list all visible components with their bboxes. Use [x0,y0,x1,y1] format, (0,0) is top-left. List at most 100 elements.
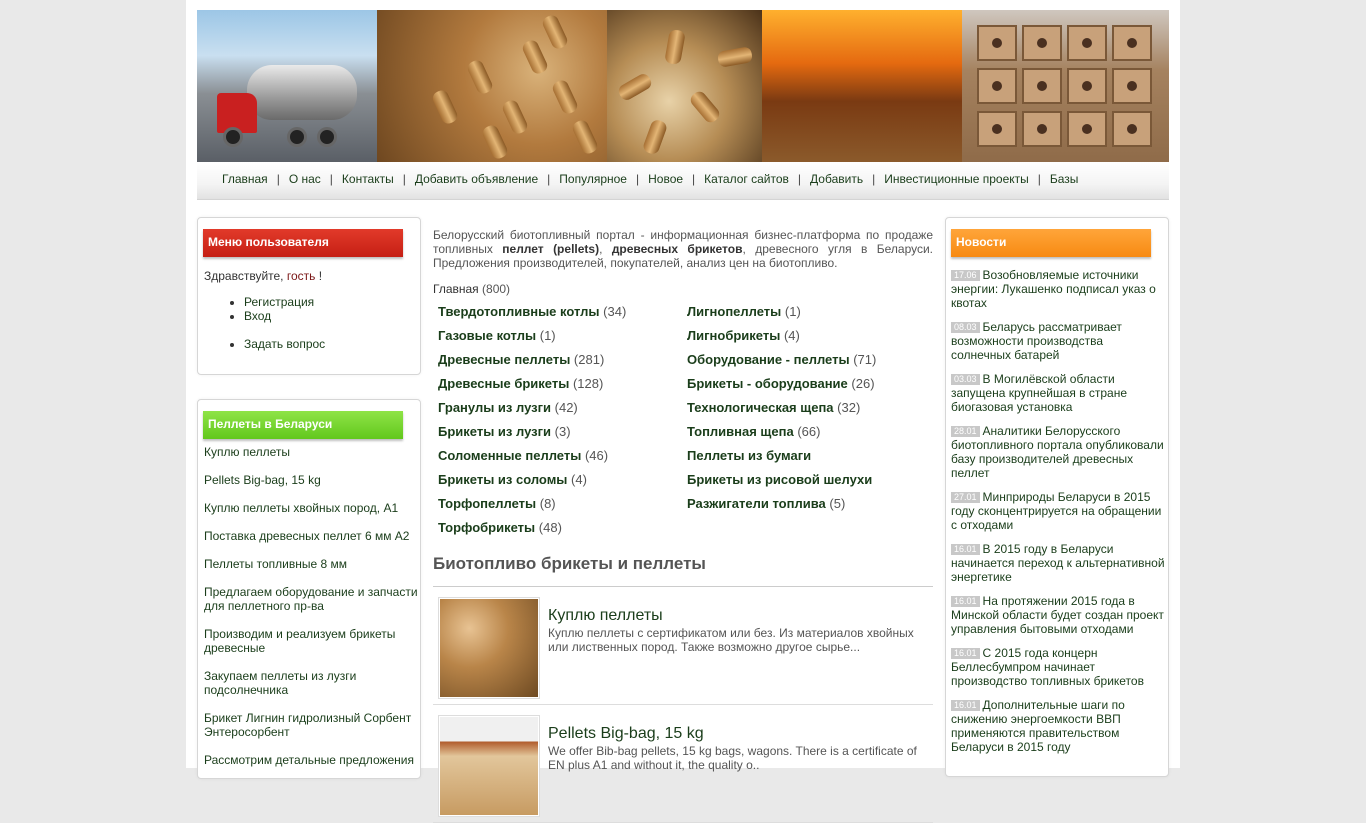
news-item: 16.01 Дополнительные шаги по снижению эне… [951,698,1165,754]
main-nav: Главная | О нас | Контакты | Добавить объяв… [197,162,1169,200]
category-item: Брикеты - оборудование (26) [687,372,936,396]
category-count: (34) [603,304,627,319]
category-count: (48) [538,520,562,535]
category-item: Лигнопеллеты (1) [687,300,936,324]
register-link[interactable]: Регистрация [244,295,314,309]
category-link[interactable]: Древесные брикеты [438,376,569,391]
category-item: Брикеты из соломы (4) [438,468,687,492]
news-item: 08.03 Беларусь рассматривает возможности … [951,320,1165,362]
ad-item: Куплю пеллеты Куплю пеллеты с сертификат… [433,587,933,705]
category-link[interactable]: Древесные пеллеты [438,352,570,367]
list-item: Куплю пеллеты хвойных пород, А1 [204,501,418,515]
ask-question-link[interactable]: Задать вопрос [244,337,325,351]
category-link[interactable]: Соломенные пеллеты [438,448,581,463]
nav-separator: | [276,172,280,186]
nav-separator: | [797,172,802,186]
pellets-link[interactable]: Куплю пеллеты хвойных пород, А1 [204,501,398,515]
pellets-link[interactable]: Рассмотрим детальные предложения [204,753,414,767]
list-item: Вход [244,309,420,323]
breadcrumb-home[interactable]: Главная [433,282,479,296]
category-grid: Твердотопливные котлы (34) Лигнопеллеты … [433,300,933,540]
pellets-link[interactable]: Закупаем пеллеты из лузги подсолнечника [204,669,356,697]
nav-add[interactable]: Добавить [810,172,863,186]
pellets-link[interactable]: Производим и реализуем брикеты древесные [204,627,395,655]
category-item: Технологическая щепа (32) [687,396,936,420]
news-date: 16.01 [951,648,980,659]
pellets-link[interactable]: Пеллеты топливные 8 мм [204,557,347,571]
guest-name: гость [286,269,316,283]
category-count: (32) [837,400,861,415]
list-item: Поставка древесных пеллет 6 мм А2 [204,529,418,543]
list-item: Регистрация [244,295,420,309]
pellets-link[interactable]: Pellets Big-bag, 15 kg [204,473,321,487]
pellets-bag-photo [440,717,538,815]
news-link[interactable]: Возобновляемые источники энергии: Лукаше… [951,268,1156,310]
nav-new[interactable]: Новое [648,172,683,186]
category-link[interactable]: Лигнопеллеты [687,304,781,319]
ad-item: Pellets Big-bag, 15 kg We offer Bib-bag … [433,705,933,823]
list-item: Закупаем пеллеты из лузги подсолнечника [204,669,418,697]
nav-contacts[interactable]: Контакты [342,172,394,186]
nav-home[interactable]: Главная [222,172,268,186]
nav-add-ad[interactable]: Добавить объявление [415,172,538,186]
nav-catalog[interactable]: Каталог сайтов [704,172,789,186]
pellets-link[interactable]: Куплю пеллеты [204,445,290,459]
ad-title-link[interactable]: Куплю пеллеты [548,607,663,625]
news-list: 17.06 Возобновляемые источники энергии: Л… [951,268,1165,754]
nav-bases[interactable]: Базы [1050,172,1079,186]
login-link[interactable]: Вход [244,309,271,323]
category-count: (26) [851,376,875,391]
intro-bold: древесных брикетов [611,242,743,256]
news-date: 16.01 [951,544,980,555]
category-link[interactable]: Торфопеллеты [438,496,536,511]
news-link[interactable]: Минприроды Беларуси в 2015 году сконцент… [951,490,1161,532]
category-link[interactable]: Разжигатели топлива [687,496,826,511]
category-link[interactable]: Оборудование - пеллеты [687,352,850,367]
category-link[interactable]: Лигнобрикеты [687,328,780,343]
news-link[interactable]: На протяжении 2015 года в Минской област… [951,594,1164,636]
category-item: Газовые котлы (1) [438,324,687,348]
category-link[interactable]: Торфобрикеты [438,520,535,535]
news-box: Новости 17.06 Возобновляемые источники эн… [945,217,1169,777]
truck-image [197,10,377,162]
category-link[interactable]: Твердотопливные котлы [438,304,600,319]
news-date: 08.03 [951,322,980,333]
news-item: 17.06 Возобновляемые источники энергии: Л… [951,268,1165,310]
briquettes-image [962,10,1169,162]
news-item: 28.01 Аналитики Белорусского биотопливног… [951,424,1165,480]
category-link[interactable]: Гранулы из лузги [438,400,551,415]
ad-title-link[interactable]: Pellets Big-bag, 15 kg [548,725,704,743]
news-item: 03.03 В Могилёвской области запущена круп… [951,372,1165,414]
pellets-link[interactable]: Предлагаем оборудование и запчасти для п… [204,585,418,613]
category-link[interactable]: Топливная щепа [687,424,794,439]
nav-separator: | [872,172,876,186]
category-link[interactable]: Брикеты из рисовой шелухи [687,472,872,487]
category-link[interactable]: Газовые котлы [438,328,536,343]
nav-popular[interactable]: Популярное [559,172,627,186]
category-count: (4) [783,328,800,343]
ad-thumbnail[interactable] [438,597,540,699]
ad-description: Куплю пеллеты с сертификатом или без. Из… [548,626,914,654]
pellets-link[interactable]: Поставка древесных пеллет 6 мм А2 [204,529,409,543]
category-count: (71) [853,352,877,367]
category-count: (281) [573,352,605,367]
news-item: 27.01 Минприроды Беларуси в 2015 году ско… [951,490,1165,532]
category-count: (5) [829,496,846,511]
category-link[interactable]: Брикеты из соломы [438,472,567,487]
category-link[interactable]: Пеллеты из бумаги [687,448,811,463]
nav-separator: | [692,172,696,186]
news-link[interactable]: В 2015 году в Беларуси начинается перехо… [951,542,1165,584]
intro-part: , [599,242,612,256]
ad-thumbnail[interactable] [438,715,540,817]
news-link[interactable]: С 2015 года концерн Беллесбумпром начина… [951,646,1144,688]
category-count: (8) [539,496,556,511]
category-link[interactable]: Технологическая щепа [687,400,834,415]
header-banner [197,10,1169,162]
nav-investment[interactable]: Инвестиционные проекты [884,172,1029,186]
nav-about[interactable]: О нас [289,172,321,186]
news-link[interactable]: Аналитики Белорусского биотопливного пор… [951,424,1164,480]
ask-list: Задать вопрос [198,337,420,351]
pellets-link[interactable]: Брикет Лигнин гидролизный Сорбент Энтеро… [204,711,411,739]
category-link[interactable]: Брикеты - оборудование [687,376,848,391]
category-link[interactable]: Брикеты из лузги [438,424,551,439]
